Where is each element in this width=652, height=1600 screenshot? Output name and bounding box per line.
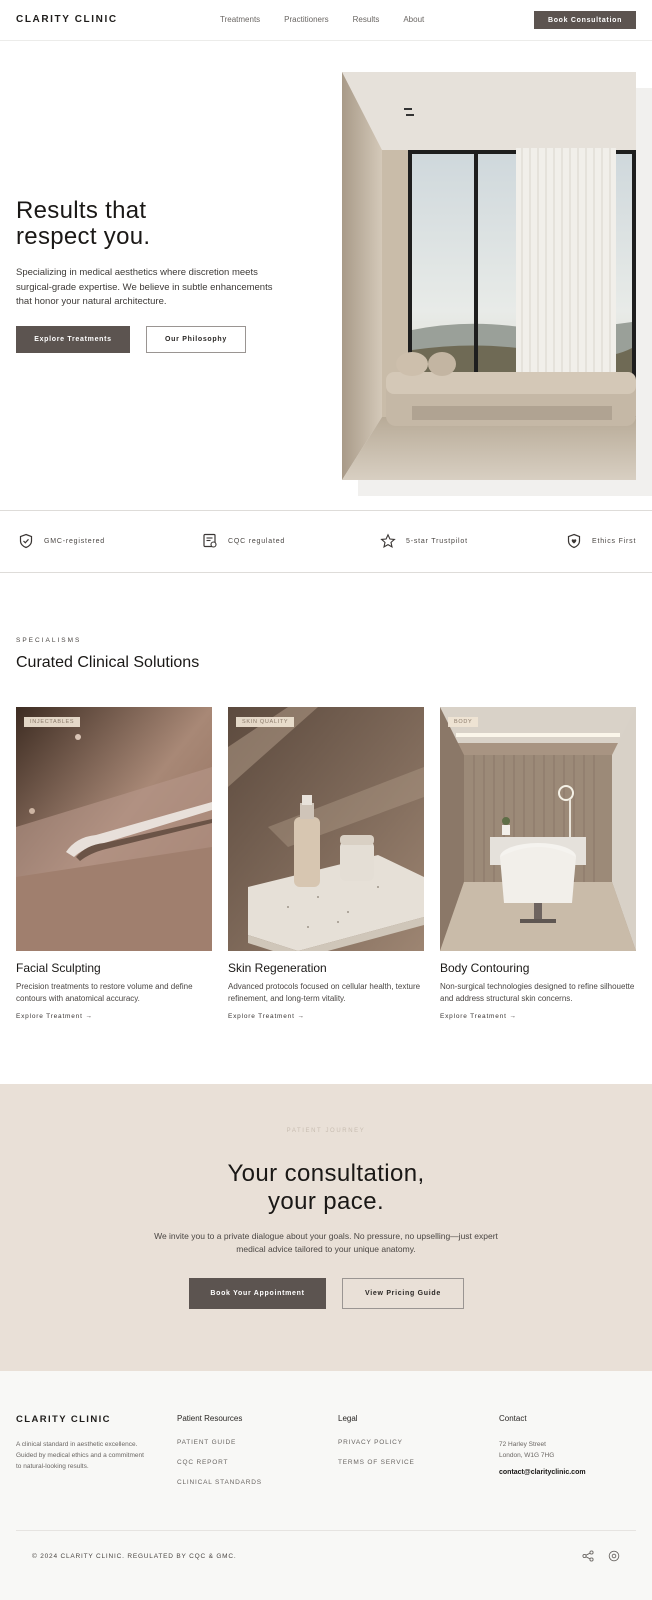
card-image-body: BODY [440, 707, 636, 951]
view-pricing-guide-button[interactable]: View Pricing Guide [342, 1278, 464, 1309]
card-tag: SKIN QUALITY [236, 717, 295, 727]
explore-treatment-link[interactable]: Explore Treatment → [440, 1013, 636, 1020]
card-image-skin: SKIN QUALITY [228, 707, 424, 951]
logo[interactable]: CLARITY CLINIC [16, 14, 118, 25]
site-footer: CLARITY CLINIC A clinical standard in ae… [0, 1371, 652, 1600]
trust-item-trustpilot: 5-star Trustpilot [380, 533, 468, 549]
footer-link-terms[interactable]: TERMS OF SERVICE [338, 1459, 415, 1466]
explore-treatment-link[interactable]: Explore Treatment → [228, 1013, 424, 1020]
specialisms-title: Curated Clinical Solutions [16, 654, 200, 671]
book-consultation-button[interactable]: Book Consultation [534, 11, 636, 29]
hero-title: Results that respect you. [16, 198, 316, 250]
footer-divider [16, 1530, 636, 1531]
card-image-facial: INJECTABLES [16, 707, 212, 951]
main-nav: Treatments Practitioners Results About [220, 15, 448, 24]
consultation-text: We invite you to a private dialogue abou… [154, 1231, 498, 1254]
explore-treatment-link[interactable]: Explore Treatment → [16, 1013, 212, 1020]
footer-email-link[interactable]: contact@clarityclinic.com [499, 1469, 619, 1476]
footer-link-clinical-standards[interactable]: CLINICAL STANDARDS [177, 1479, 262, 1486]
footer-resources: Patient Resources PATIENT GUIDE CQC REPO… [177, 1414, 262, 1499]
address-line-1: 72 Harley Street [499, 1441, 546, 1448]
footer-contact: Contact 72 Harley Street London, W1G 7HG… [499, 1414, 619, 1476]
explore-treatments-button[interactable]: Explore Treatments [16, 326, 130, 353]
footer-link-cqc-report[interactable]: CQC REPORT [177, 1459, 262, 1466]
certificate-icon [203, 533, 217, 548]
link-label: Explore Treatment [228, 1013, 295, 1020]
trust-bar: GMC-registered CQC regulated 5-star Trus… [0, 510, 652, 573]
trust-item-cqc: CQC regulated [202, 533, 285, 549]
treatment-card-skin[interactable]: SKIN QUALITY Skin Regeneration Advanced … [228, 707, 424, 1020]
footer-legal-title: Legal [338, 1414, 358, 1423]
link-label: Explore Treatment [16, 1013, 83, 1020]
trust-label-cqc: CQC regulated [228, 537, 286, 545]
trust-label-trustpilot: 5-star Trustpilot [406, 537, 468, 545]
shield-heart-icon [567, 533, 581, 549]
treatment-card-facial[interactable]: INJECTABLES Facial Sculpting Precision t… [16, 707, 212, 1020]
address-line-2: London, W1G 7HG [499, 1452, 555, 1459]
trust-item-ethics: Ethics First [566, 533, 636, 549]
trust-label-ethics: Ethics First [592, 537, 637, 545]
footer-link-privacy[interactable]: PRIVACY POLICY [338, 1439, 415, 1446]
card-title: Skin Regeneration [228, 961, 327, 975]
shield-check-icon [19, 533, 33, 549]
book-appointment-button[interactable]: Book Your Appointment [189, 1278, 326, 1309]
card-text: Advanced protocols focused on cellular h… [228, 982, 421, 1003]
hero-title-line-2: respect you. [16, 223, 151, 250]
consultation-eyebrow: PATIENT JOURNEY [286, 1128, 366, 1134]
trust-label-gmc: GMC-registered [44, 537, 105, 545]
card-title: Facial Sculpting [16, 961, 101, 975]
consultation-title-line-1: Your consultation, [227, 1160, 425, 1187]
footer-address: 72 Harley Street London, W1G 7HG [499, 1439, 619, 1461]
arrow-right-icon: → [85, 1013, 93, 1020]
consultation-section: PATIENT JOURNEY Your consultation, your … [0, 1084, 652, 1371]
link-label: Explore Treatment [440, 1013, 507, 1020]
arrow-right-icon: → [297, 1013, 305, 1020]
share-icon[interactable] [582, 1550, 594, 1562]
footer-legal: Legal PRIVACY POLICY TERMS OF SERVICE [338, 1414, 415, 1479]
site-header: CLARITY CLINIC Treatments Practitioners … [0, 0, 652, 41]
card-title: Body Contouring [440, 961, 530, 975]
card-text: Precision treatments to restore volume a… [16, 982, 193, 1003]
footer-logo[interactable]: CLARITY CLINIC [16, 1414, 111, 1425]
our-philosophy-button[interactable]: Our Philosophy [146, 326, 246, 353]
nav-link-practitioners[interactable]: Practitioners [284, 15, 328, 24]
footer-copyright: © 2024 CLARITY CLINIC. REGULATED BY CQC … [32, 1553, 237, 1560]
nav-link-about[interactable]: About [403, 15, 424, 24]
treatment-card-body[interactable]: BODY Body Contouring Non-surgical techno… [440, 707, 636, 1020]
card-text: Non-surgical technologies designed to re… [440, 982, 635, 1003]
hero-text: Specializing in medical aesthetics where… [16, 267, 273, 307]
consultation-title: Your consultation, your pace. [0, 1160, 652, 1216]
consultation-title-line-2: your pace. [267, 1188, 385, 1215]
footer-contact-title: Contact [499, 1414, 527, 1423]
nav-link-results[interactable]: Results [353, 15, 380, 24]
footer-resources-title: Patient Resources [177, 1414, 243, 1423]
footer-link-patient-guide[interactable]: PATIENT GUIDE [177, 1439, 262, 1446]
trust-item-gmc: GMC-registered [18, 533, 105, 549]
star-icon [380, 533, 396, 548]
card-tag: BODY [448, 717, 479, 727]
hero-image [342, 72, 636, 480]
nav-link-treatments[interactable]: Treatments [220, 15, 260, 24]
specialisms-eyebrow: SPECIALISMS [16, 637, 82, 644]
arrow-right-icon: → [509, 1013, 517, 1020]
card-tag: INJECTABLES [24, 717, 81, 727]
globe-icon[interactable] [608, 1550, 620, 1562]
hero-title-line-1: Results that [16, 197, 147, 224]
footer-description: A clinical standard in aesthetic excelle… [16, 1441, 144, 1470]
